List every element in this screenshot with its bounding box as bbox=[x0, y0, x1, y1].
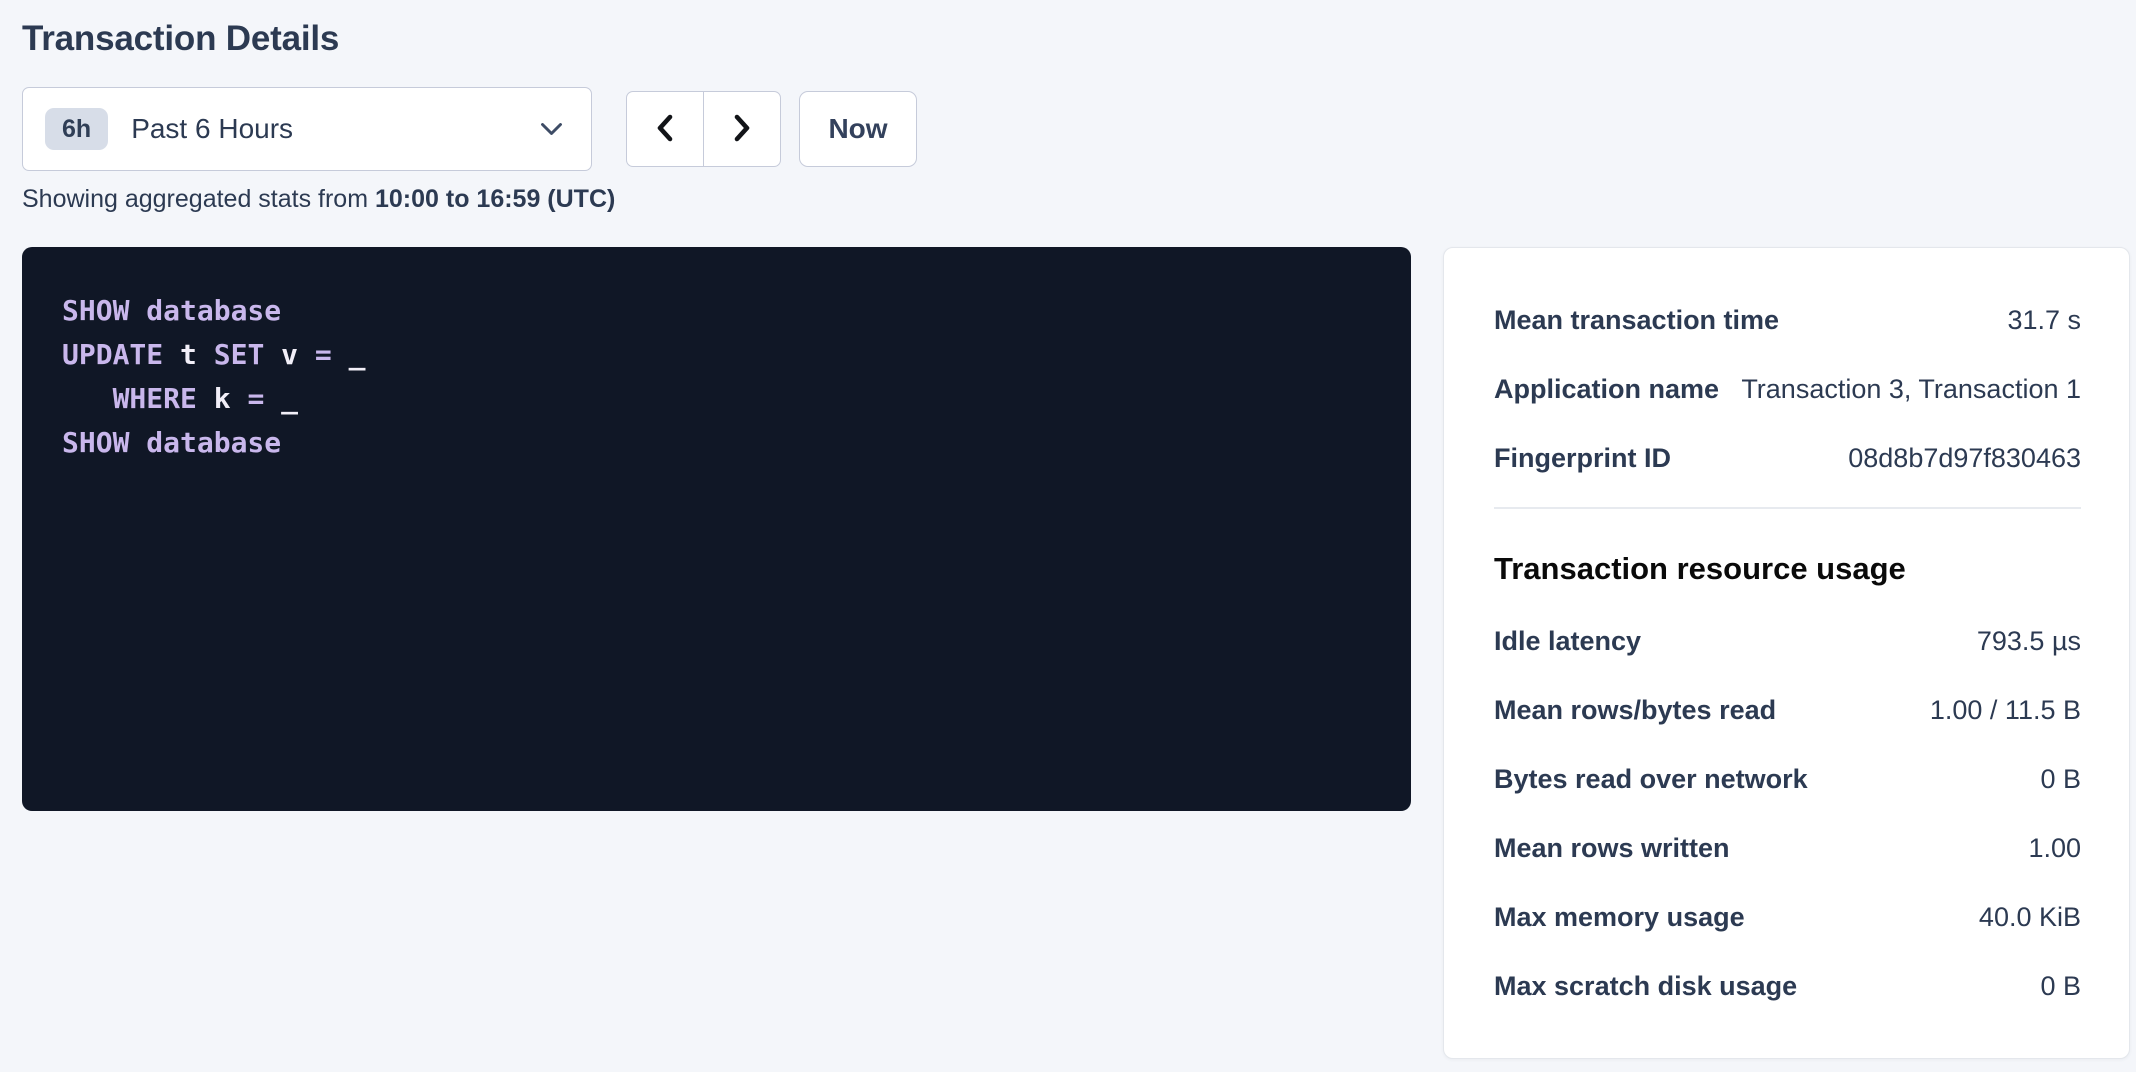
resource-usage-heading: Transaction resource usage bbox=[1494, 549, 2081, 589]
stat-row: Idle latency 793.5 µs bbox=[1494, 621, 2081, 661]
transaction-summary-card: Mean transaction time 31.7 s Application n… bbox=[1443, 247, 2130, 1059]
stat-row: Max memory usage 40.0 KiB bbox=[1494, 897, 2081, 937]
main-content: SHOW database UPDATE t SET v = _ WHERE k… bbox=[22, 247, 2136, 1059]
chevron-right-icon bbox=[730, 112, 754, 147]
stat-value: 1.00 / 11.5 B bbox=[1930, 690, 2081, 730]
stat-label: Mean rows/bytes read bbox=[1494, 690, 1796, 730]
stat-label: Max scratch disk usage bbox=[1494, 966, 1817, 1006]
next-time-button[interactable] bbox=[703, 91, 781, 167]
stat-value: 0 B bbox=[2040, 966, 2081, 1006]
time-step-buttons bbox=[626, 91, 781, 167]
stat-value: 40.0 KiB bbox=[1979, 897, 2081, 937]
stat-row: Mean transaction time 31.7 s bbox=[1494, 300, 2081, 340]
stat-row: Mean rows written 1.00 bbox=[1494, 828, 2081, 868]
stat-label: Application name bbox=[1494, 369, 1739, 409]
subtitle-prefix: Showing aggregated stats from bbox=[22, 185, 375, 213]
stat-row: Fingerprint ID 08d8b7d97f830463 bbox=[1494, 438, 2081, 478]
stat-value: 08d8b7d97f830463 bbox=[1848, 438, 2081, 478]
time-range-select[interactable]: 6h Past 6 Hours bbox=[22, 87, 592, 171]
aggregation-subtitle: Showing aggregated stats from 10:00 to 1… bbox=[22, 184, 2136, 214]
stat-row: Mean rows/bytes read 1.00 / 11.5 B bbox=[1494, 690, 2081, 730]
chevron-down-icon bbox=[538, 120, 565, 138]
sql-statement-panel: SHOW database UPDATE t SET v = _ WHERE k… bbox=[22, 247, 1411, 811]
time-controls: 6h Past 6 Hours bbox=[22, 87, 2136, 171]
stat-label: Fingerprint ID bbox=[1494, 438, 1691, 478]
page-title: Transaction Details bbox=[22, 18, 2136, 60]
stat-value: Transaction 3, Transaction 1 bbox=[1741, 369, 2081, 409]
stat-label: Bytes read over network bbox=[1494, 759, 1828, 799]
previous-time-button[interactable] bbox=[626, 91, 704, 167]
sql-code: SHOW database UPDATE t SET v = _ WHERE k… bbox=[62, 289, 1371, 465]
summary-rows: Mean transaction time 31.7 s Application n… bbox=[1494, 300, 2081, 478]
stat-row: Application nameTransaction 3, Transacti… bbox=[1494, 369, 2081, 409]
stat-value: 0 B bbox=[2040, 759, 2081, 799]
time-range-label: Past 6 Hours bbox=[131, 113, 293, 145]
now-button[interactable]: Now bbox=[799, 91, 917, 167]
stat-row: Max scratch disk usage 0 B bbox=[1494, 966, 2081, 1006]
chevron-left-icon bbox=[653, 112, 677, 147]
stat-label: Mean rows written bbox=[1494, 828, 1750, 868]
stat-row: Bytes read over network 0 B bbox=[1494, 759, 2081, 799]
resource-usage-rows: Idle latency 793.5 µs Mean rows/bytes read… bbox=[1494, 621, 2081, 1006]
time-range-badge: 6h bbox=[45, 108, 108, 150]
stat-label: Max memory usage bbox=[1494, 897, 1765, 937]
subtitle-range: 10:00 to 16:59 (UTC) bbox=[375, 185, 615, 213]
transaction-details-page: Transaction Details 6h Past 6 Hours bbox=[0, 0, 2136, 1059]
stat-label: Mean transaction time bbox=[1494, 300, 1799, 340]
stat-label: Idle latency bbox=[1494, 621, 1661, 661]
stat-value: 1.00 bbox=[2028, 828, 2081, 868]
stat-value: 793.5 µs bbox=[1977, 621, 2081, 661]
card-divider bbox=[1494, 507, 2081, 509]
stat-value: 31.7 s bbox=[2007, 300, 2081, 340]
